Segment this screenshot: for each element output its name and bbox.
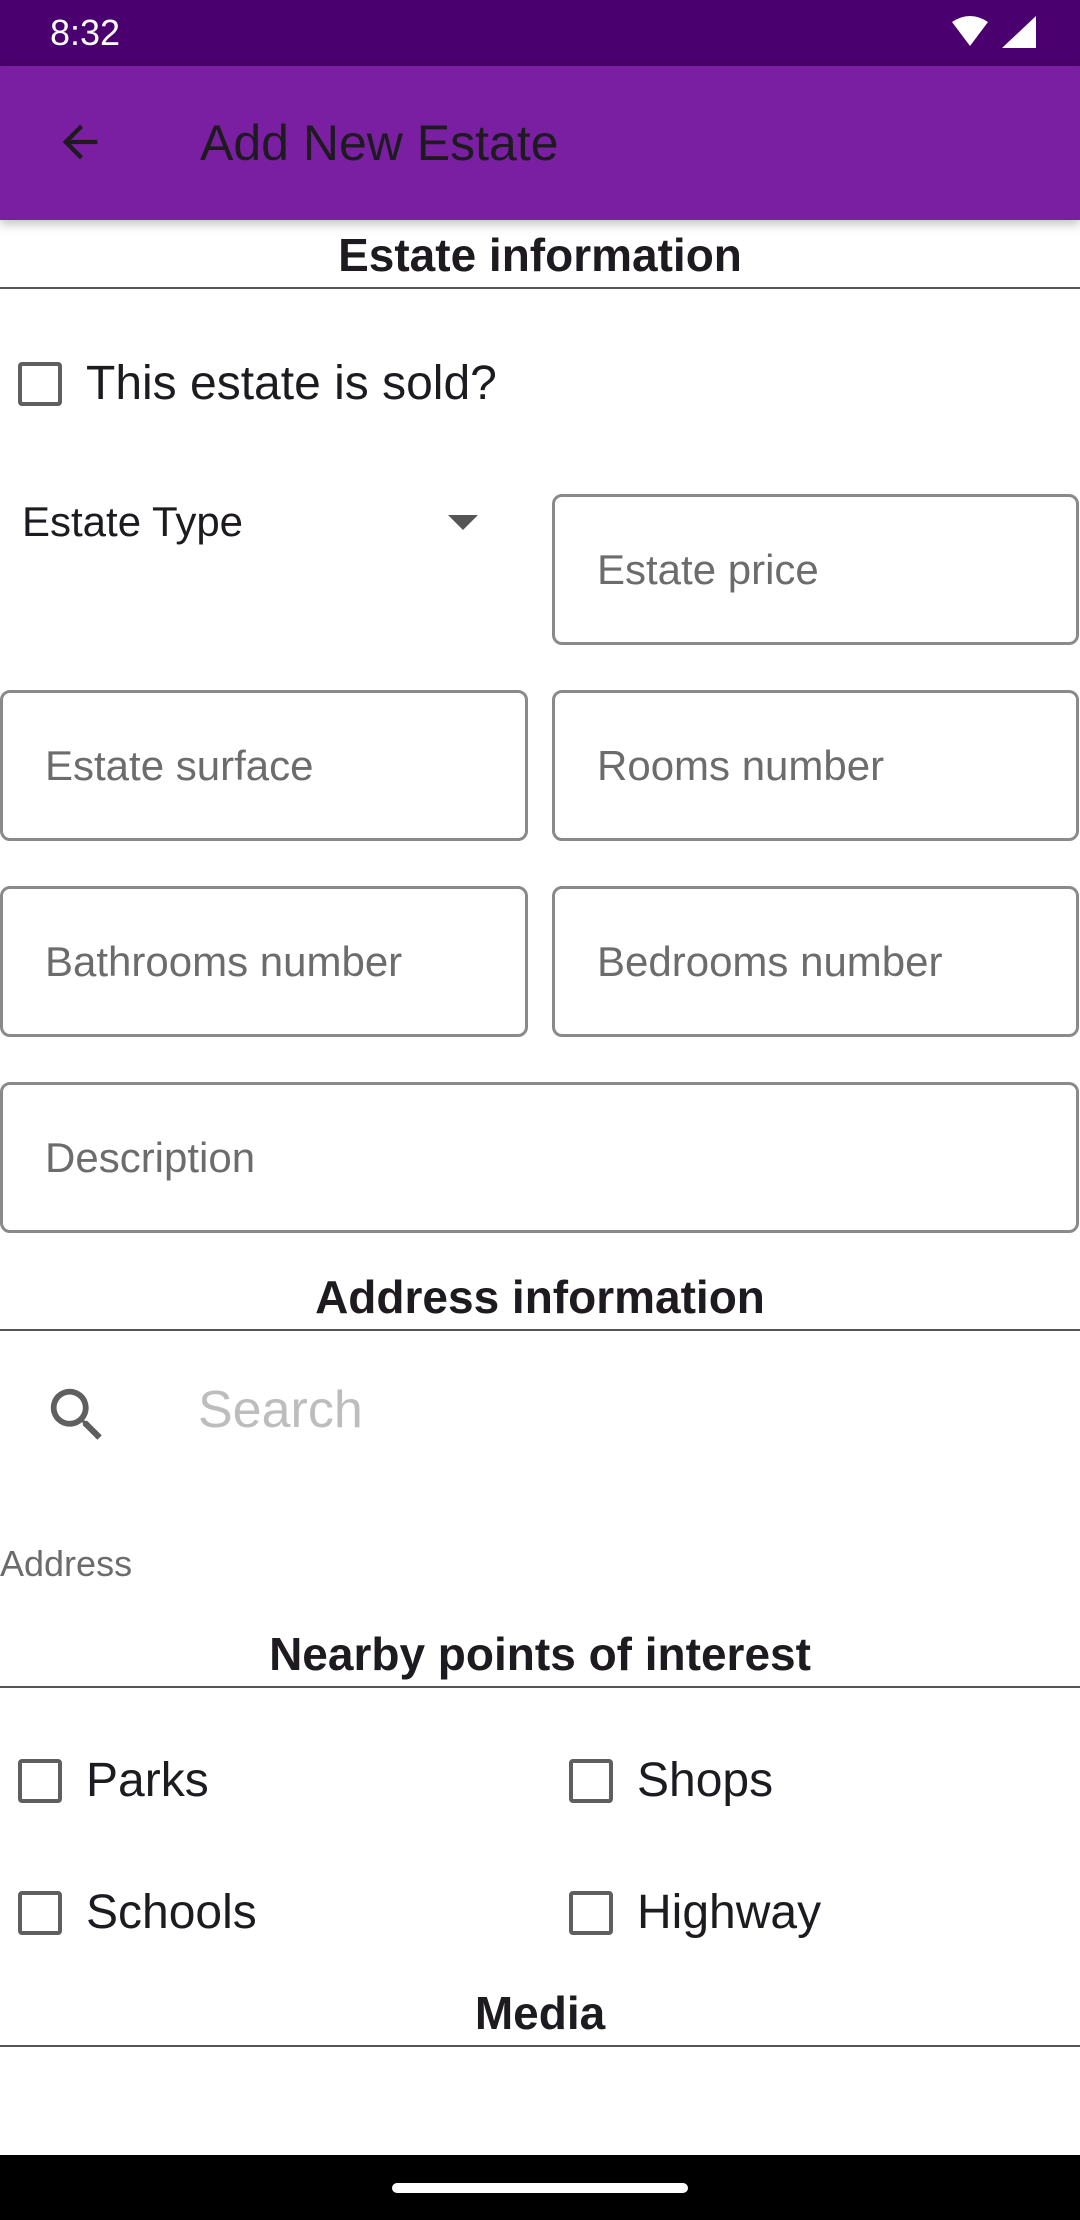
bedrooms-number-field[interactable]: [552, 886, 1079, 1037]
checkbox-box[interactable]: [569, 1891, 613, 1935]
status-time: 8:32: [50, 12, 121, 53]
poi-divider: [0, 1686, 1080, 1688]
bathrooms-number-input[interactable]: [3, 889, 525, 1034]
bedrooms-number-input[interactable]: [555, 889, 1076, 1034]
checkbox-box[interactable]: [18, 1759, 62, 1803]
back-button[interactable]: [40, 102, 120, 182]
poi-schools-checkbox[interactable]: Schools: [0, 1868, 257, 1958]
media-heading: Media: [474, 1987, 606, 2039]
address-search[interactable]: [0, 1340, 1080, 1480]
description-input[interactable]: [3, 1085, 1076, 1230]
poi-heading: Nearby points of interest: [269, 1628, 811, 1680]
poi-highway-label: Highway: [637, 1886, 822, 1939]
poi-schools-label: Schools: [86, 1886, 257, 1939]
page-title: Add New Estate: [200, 115, 559, 171]
home-gesture-handle[interactable]: [392, 2183, 688, 2193]
estate-surface-input[interactable]: [3, 693, 525, 838]
wifi-icon: [952, 16, 988, 46]
estate-price-input[interactable]: [555, 497, 1076, 642]
cell-signal-icon: [1002, 16, 1036, 48]
address-search-input[interactable]: [190, 1360, 1048, 1460]
sold-checkbox-label: This estate is sold?: [86, 357, 497, 410]
poi-highway-checkbox[interactable]: Highway: [551, 1868, 821, 1958]
estate-price-field[interactable]: [552, 494, 1079, 645]
media-divider: [0, 2045, 1080, 2047]
status-icons: [952, 16, 1036, 48]
app-bar: Add New Estate: [0, 66, 1080, 220]
rooms-number-field[interactable]: [552, 690, 1079, 841]
poi-parks-label: Parks: [86, 1754, 209, 1807]
address-info-heading: Address information: [315, 1271, 765, 1323]
checkbox-box[interactable]: [18, 1891, 62, 1935]
status-bar: 8:32: [0, 0, 1080, 66]
sold-checkbox[interactable]: This estate is sold?: [0, 339, 497, 429]
address-label: Address: [0, 1543, 133, 1584]
poi-parks-checkbox[interactable]: Parks: [0, 1736, 209, 1826]
checkbox-box[interactable]: [18, 362, 62, 406]
dropdown-arrow-icon: [448, 515, 478, 530]
bathrooms-number-field[interactable]: [0, 886, 528, 1037]
estate-info-heading: Estate information: [338, 229, 742, 281]
form-content[interactable]: Estate information This estate is sold? …: [0, 220, 1080, 2155]
rooms-number-input[interactable]: [555, 693, 1076, 838]
arrow-back-icon: [62, 124, 98, 160]
estate-surface-field[interactable]: [0, 690, 528, 841]
estate-type-dropdown[interactable]: Estate Type: [0, 475, 510, 575]
address-info-divider: [0, 1329, 1080, 1331]
checkbox-box[interactable]: [569, 1759, 613, 1803]
estate-type-label: Estate Type: [22, 498, 244, 545]
poi-shops-checkbox[interactable]: Shops: [551, 1736, 773, 1826]
search-icon: [50, 1388, 102, 1440]
description-field[interactable]: [0, 1082, 1079, 1233]
poi-shops-label: Shops: [637, 1754, 774, 1807]
estate-info-divider: [0, 287, 1080, 289]
system-nav-bar: [0, 2155, 1080, 2220]
